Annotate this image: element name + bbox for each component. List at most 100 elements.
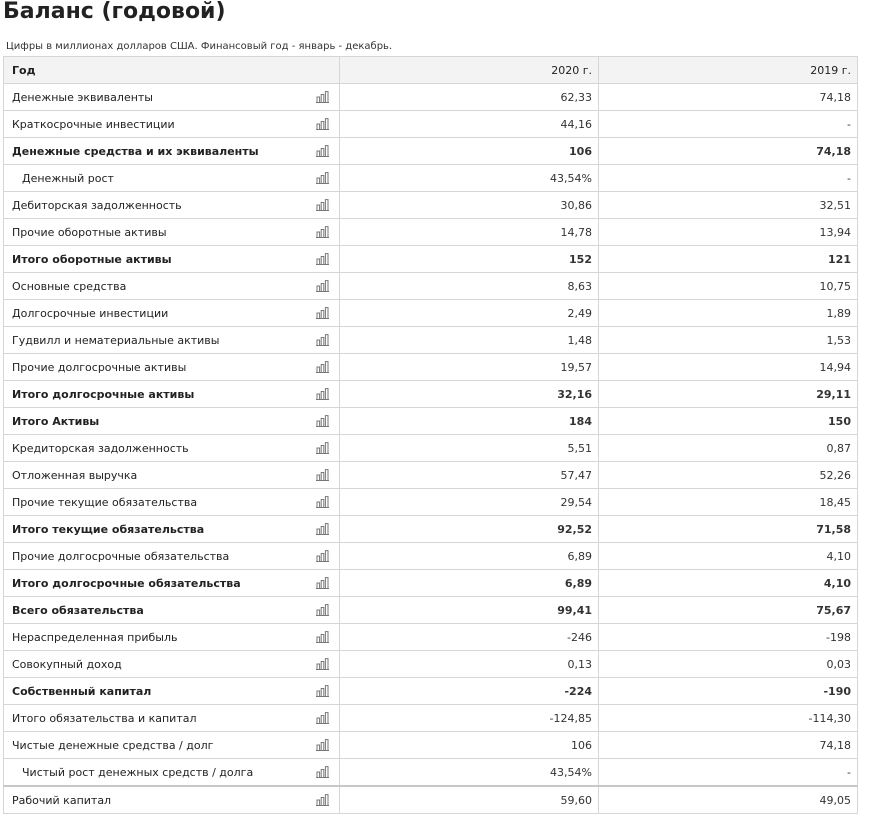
- value-2020: 5,51: [339, 434, 599, 462]
- bar-chart-icon[interactable]: [316, 712, 329, 724]
- bar-chart-icon[interactable]: [316, 118, 329, 130]
- value-2019: 121: [598, 245, 858, 273]
- value-2019: -114,30: [598, 704, 858, 732]
- table-row: Прочие оборотные активы 14,78 13,94: [3, 218, 858, 246]
- value-2020: 92,52: [339, 515, 599, 543]
- table-row: Итого текущие обязательства 92,52 71,58: [3, 515, 858, 543]
- bar-chart-icon[interactable]: [316, 685, 329, 697]
- row-label: Кредиторская задолженность: [12, 441, 189, 455]
- value-2020: -124,85: [339, 704, 599, 732]
- value-2020: 19,57: [339, 353, 599, 381]
- table-row: Дебиторская задолженность 30,86 32,51: [3, 191, 858, 219]
- bar-chart-icon[interactable]: [316, 794, 329, 806]
- bar-chart-icon[interactable]: [316, 307, 329, 319]
- value-2020: 62,33: [339, 83, 599, 111]
- table-row: Рабочий капитал 59,60 49,05: [3, 785, 858, 814]
- table-row: Долгосрочные инвестиции 2,49 1,89: [3, 299, 858, 327]
- value-2020: 106: [339, 137, 599, 165]
- bar-chart-icon[interactable]: [316, 361, 329, 373]
- value-2020: 6,89: [339, 542, 599, 570]
- value-2020: 106: [339, 731, 599, 759]
- value-2020: 32,16: [339, 380, 599, 408]
- row-label-cell: Итого обязательства и капитал: [3, 704, 340, 732]
- header-col-2019[interactable]: 2019 г.: [598, 56, 858, 84]
- value-2019: 75,67: [598, 596, 858, 624]
- row-label-cell: Итого долгосрочные активы: [3, 380, 340, 408]
- row-label: Итого обязательства и капитал: [12, 711, 197, 725]
- row-label-cell: Денежные средства и их эквиваленты: [3, 137, 340, 165]
- row-label-cell: Всего обязательства: [3, 596, 340, 624]
- bar-chart-icon[interactable]: [316, 442, 329, 454]
- bar-chart-icon[interactable]: [316, 253, 329, 265]
- bar-chart-icon[interactable]: [316, 604, 329, 616]
- value-2019: -: [598, 758, 858, 787]
- bar-chart-icon[interactable]: [316, 496, 329, 508]
- value-2020: 43,54%: [339, 758, 599, 787]
- bar-chart-icon[interactable]: [316, 469, 329, 481]
- value-2020: -246: [339, 623, 599, 651]
- bar-chart-icon[interactable]: [316, 577, 329, 589]
- table-row: Итого обязательства и капитал -124,85 -114…: [3, 704, 858, 732]
- row-label-cell: Итого долгосрочные обязательства: [3, 569, 340, 597]
- value-2020: 29,54: [339, 488, 599, 516]
- row-label: Денежные средства и их эквиваленты: [12, 144, 259, 158]
- bar-chart-icon[interactable]: [316, 631, 329, 643]
- table-row: Собственный капитал -224 -190: [3, 677, 858, 705]
- row-label-cell: Чистые денежные средства / долг: [3, 731, 340, 759]
- bar-chart-icon[interactable]: [316, 658, 329, 670]
- row-label: Итого долгосрочные обязательства: [12, 576, 241, 590]
- table-row: Прочие текущие обязательства 29,54 18,45: [3, 488, 858, 516]
- table-header-row: Год 2020 г. 2019 г.: [3, 56, 858, 84]
- bar-chart-icon[interactable]: [316, 91, 329, 103]
- value-2019: -: [598, 110, 858, 138]
- table-row: Совокупный доход 0,13 0,03: [3, 650, 858, 678]
- value-2019: 74,18: [598, 137, 858, 165]
- row-label-cell: Основные средства: [3, 272, 340, 300]
- value-2020: 30,86: [339, 191, 599, 219]
- row-label: Итого текущие обязательства: [12, 522, 205, 536]
- table-row: Нераспределенная прибыль -246 -198: [3, 623, 858, 651]
- table-row: Кредиторская задолженность 5,51 0,87: [3, 434, 858, 462]
- bar-chart-icon[interactable]: [316, 172, 329, 184]
- bar-chart-icon[interactable]: [316, 388, 329, 400]
- value-2020: 6,89: [339, 569, 599, 597]
- bar-chart-icon[interactable]: [316, 334, 329, 346]
- value-2019: -190: [598, 677, 858, 705]
- row-label: Совокупный доход: [12, 657, 122, 671]
- value-2020: 44,16: [339, 110, 599, 138]
- row-label: Дебиторская задолженность: [12, 198, 182, 212]
- balance-sheet-table: Год 2020 г. 2019 г. Денежные эквиваленты…: [3, 56, 858, 814]
- value-2020: 14,78: [339, 218, 599, 246]
- row-label: Прочие оборотные активы: [12, 225, 167, 239]
- row-label: Чистый рост денежных средств / долга: [22, 765, 254, 779]
- row-label-cell: Нераспределенная прибыль: [3, 623, 340, 651]
- bar-chart-icon[interactable]: [316, 550, 329, 562]
- bar-chart-icon[interactable]: [316, 739, 329, 751]
- row-label-cell: Итого Активы: [3, 407, 340, 435]
- row-label-cell: Дебиторская задолженность: [3, 191, 340, 219]
- value-2019: 0,87: [598, 434, 858, 462]
- row-label-cell: Прочие долгосрочные активы: [3, 353, 340, 381]
- row-label: Гудвилл и нематериальные активы: [12, 333, 220, 347]
- bar-chart-icon[interactable]: [316, 199, 329, 211]
- row-label-cell: Гудвилл и нематериальные активы: [3, 326, 340, 354]
- bar-chart-icon[interactable]: [316, 766, 329, 778]
- bar-chart-icon[interactable]: [316, 415, 329, 427]
- value-2019: 32,51: [598, 191, 858, 219]
- bar-chart-icon[interactable]: [316, 226, 329, 238]
- row-label-cell: Итого текущие обязательства: [3, 515, 340, 543]
- bar-chart-icon[interactable]: [316, 145, 329, 157]
- page-title: Баланс (годовой): [3, 0, 226, 24]
- table-row: Итого Активы 184 150: [3, 407, 858, 435]
- value-2020: 1,48: [339, 326, 599, 354]
- value-2020: 99,41: [339, 596, 599, 624]
- table-row: Денежный рост 43,54% -: [3, 164, 858, 192]
- row-label: Денежные эквиваленты: [12, 90, 153, 104]
- bar-chart-icon[interactable]: [316, 523, 329, 535]
- value-2019: 29,11: [598, 380, 858, 408]
- bar-chart-icon[interactable]: [316, 280, 329, 292]
- header-col-2020[interactable]: 2020 г.: [339, 56, 599, 84]
- row-label-cell: Денежный рост: [3, 164, 340, 192]
- row-label-cell: Итого оборотные активы: [3, 245, 340, 273]
- table-row: Итого долгосрочные активы 32,16 29,11: [3, 380, 858, 408]
